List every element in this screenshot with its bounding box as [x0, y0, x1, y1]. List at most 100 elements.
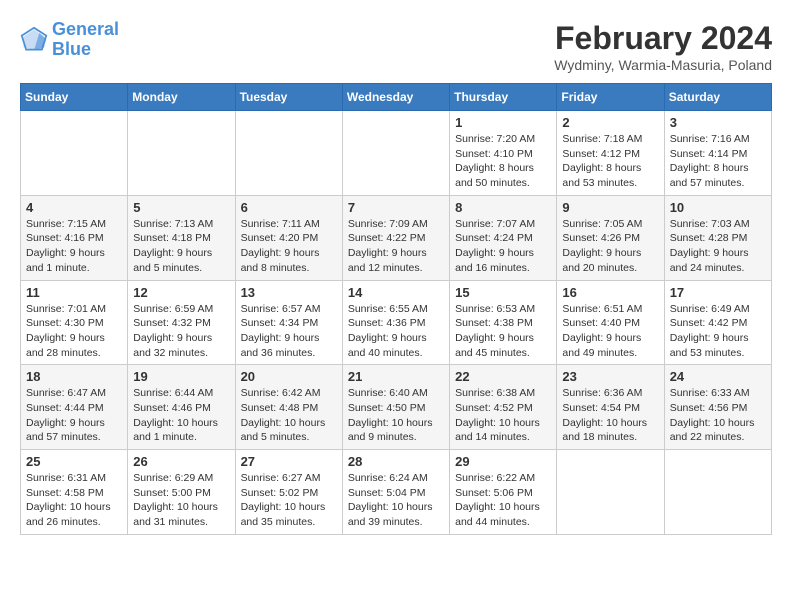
calendar-row: 4 Sunrise: 7:15 AM Sunset: 4:16 PM Daylig…	[21, 195, 772, 280]
calendar-cell: 29Sunrise: 6:22 AM Sunset: 5:06 PM Dayli…	[450, 450, 557, 535]
cell-info-text: Sunrise: 6:29 AM Sunset: 5:00 PM Dayligh…	[133, 471, 229, 530]
logo-text: General Blue	[52, 20, 119, 60]
cell-day-number: 3	[670, 115, 766, 130]
location: Wydminy, Warmia-Masuria, Poland	[554, 57, 772, 73]
calendar-cell: 11 Sunrise: 7:01 AM Sunset: 4:30 PM Dayli…	[21, 280, 128, 365]
cell-day-number: 22	[455, 369, 551, 384]
weekday-header: Friday	[557, 84, 664, 111]
cell-info-text: Sunrise: 7:07 AM Sunset: 4:24 PM Dayligh…	[455, 217, 551, 276]
calendar-cell	[235, 111, 342, 196]
cell-day-number: 12	[133, 285, 229, 300]
calendar-cell: 5Sunrise: 7:13 AM Sunset: 4:18 PM Daylig…	[128, 195, 235, 280]
cell-day-number: 13	[241, 285, 337, 300]
cell-info-text: Sunrise: 6:47 AM Sunset: 4:44 PM Dayligh…	[26, 386, 122, 445]
calendar-cell	[128, 111, 235, 196]
cell-day-number: 8	[455, 200, 551, 215]
cell-info-text: Sunrise: 6:40 AM Sunset: 4:50 PM Dayligh…	[348, 386, 444, 445]
calendar-cell	[342, 111, 449, 196]
cell-day-number: 14	[348, 285, 444, 300]
calendar-cell: 24 Sunrise: 6:33 AM Sunset: 4:56 PM Dayli…	[664, 365, 771, 450]
cell-day-number: 23	[562, 369, 658, 384]
calendar-cell: 2 Sunrise: 7:18 AM Sunset: 4:12 PM Daylig…	[557, 111, 664, 196]
calendar-cell	[664, 450, 771, 535]
page-header: General Blue February 2024 Wydminy, Warm…	[20, 20, 772, 73]
calendar-cell: 14Sunrise: 6:55 AM Sunset: 4:36 PM Dayli…	[342, 280, 449, 365]
calendar-cell: 15Sunrise: 6:53 AM Sunset: 4:38 PM Dayli…	[450, 280, 557, 365]
cell-info-text: Sunrise: 7:15 AM Sunset: 4:16 PM Dayligh…	[26, 217, 122, 276]
calendar-cell: 19Sunrise: 6:44 AM Sunset: 4:46 PM Dayli…	[128, 365, 235, 450]
cell-info-text: Sunrise: 7:16 AM Sunset: 4:14 PM Dayligh…	[670, 132, 766, 191]
cell-day-number: 10	[670, 200, 766, 215]
weekday-header-row: SundayMondayTuesdayWednesdayThursdayFrid…	[21, 84, 772, 111]
calendar-cell: 1 Sunrise: 7:20 AM Sunset: 4:10 PM Daylig…	[450, 111, 557, 196]
calendar-row: 25 Sunrise: 6:31 AM Sunset: 4:58 PM Dayli…	[21, 450, 772, 535]
calendar-row: 18Sunrise: 6:47 AM Sunset: 4:44 PM Dayli…	[21, 365, 772, 450]
cell-day-number: 7	[348, 200, 444, 215]
cell-day-number: 1	[455, 115, 551, 130]
calendar-cell: 21Sunrise: 6:40 AM Sunset: 4:50 PM Dayli…	[342, 365, 449, 450]
cell-day-number: 27	[241, 454, 337, 469]
cell-info-text: Sunrise: 6:31 AM Sunset: 4:58 PM Dayligh…	[26, 471, 122, 530]
calendar-table: SundayMondayTuesdayWednesdayThursdayFrid…	[20, 83, 772, 535]
cell-day-number: 5	[133, 200, 229, 215]
month-year: February 2024	[554, 20, 772, 57]
cell-day-number: 11	[26, 285, 122, 300]
weekday-header: Sunday	[21, 84, 128, 111]
calendar-cell	[21, 111, 128, 196]
cell-day-number: 2	[562, 115, 658, 130]
calendar-cell: 25 Sunrise: 6:31 AM Sunset: 4:58 PM Dayli…	[21, 450, 128, 535]
weekday-header: Saturday	[664, 84, 771, 111]
calendar-row: 1 Sunrise: 7:20 AM Sunset: 4:10 PM Daylig…	[21, 111, 772, 196]
logo: General Blue	[20, 20, 119, 60]
cell-day-number: 29	[455, 454, 551, 469]
cell-day-number: 26	[133, 454, 229, 469]
cell-info-text: Sunrise: 6:36 AM Sunset: 4:54 PM Dayligh…	[562, 386, 658, 445]
calendar-cell: 18Sunrise: 6:47 AM Sunset: 4:44 PM Dayli…	[21, 365, 128, 450]
calendar-cell: 4 Sunrise: 7:15 AM Sunset: 4:16 PM Daylig…	[21, 195, 128, 280]
cell-day-number: 4	[26, 200, 122, 215]
calendar-cell: 20Sunrise: 6:42 AM Sunset: 4:48 PM Dayli…	[235, 365, 342, 450]
calendar-cell: 7 Sunrise: 7:09 AM Sunset: 4:22 PM Daylig…	[342, 195, 449, 280]
title-section: February 2024 Wydminy, Warmia-Masuria, P…	[554, 20, 772, 73]
cell-info-text: Sunrise: 7:03 AM Sunset: 4:28 PM Dayligh…	[670, 217, 766, 276]
cell-day-number: 25	[26, 454, 122, 469]
weekday-header: Monday	[128, 84, 235, 111]
cell-info-text: Sunrise: 7:01 AM Sunset: 4:30 PM Dayligh…	[26, 302, 122, 361]
cell-info-text: Sunrise: 6:51 AM Sunset: 4:40 PM Dayligh…	[562, 302, 658, 361]
cell-day-number: 19	[133, 369, 229, 384]
logo-line1: General	[52, 19, 119, 39]
calendar-cell: 28 Sunrise: 6:24 AM Sunset: 5:04 PM Dayli…	[342, 450, 449, 535]
cell-info-text: Sunrise: 7:05 AM Sunset: 4:26 PM Dayligh…	[562, 217, 658, 276]
cell-info-text: Sunrise: 6:33 AM Sunset: 4:56 PM Dayligh…	[670, 386, 766, 445]
cell-day-number: 17	[670, 285, 766, 300]
cell-day-number: 16	[562, 285, 658, 300]
calendar-cell: 26 Sunrise: 6:29 AM Sunset: 5:00 PM Dayli…	[128, 450, 235, 535]
cell-info-text: Sunrise: 6:24 AM Sunset: 5:04 PM Dayligh…	[348, 471, 444, 530]
calendar-cell: 13 Sunrise: 6:57 AM Sunset: 4:34 PM Dayli…	[235, 280, 342, 365]
calendar-cell: 8 Sunrise: 7:07 AM Sunset: 4:24 PM Daylig…	[450, 195, 557, 280]
calendar-cell: 10 Sunrise: 7:03 AM Sunset: 4:28 PM Dayli…	[664, 195, 771, 280]
cell-day-number: 6	[241, 200, 337, 215]
cell-info-text: Sunrise: 6:49 AM Sunset: 4:42 PM Dayligh…	[670, 302, 766, 361]
cell-info-text: Sunrise: 6:57 AM Sunset: 4:34 PM Dayligh…	[241, 302, 337, 361]
logo-line2: Blue	[52, 39, 91, 59]
cell-day-number: 28	[348, 454, 444, 469]
cell-info-text: Sunrise: 7:09 AM Sunset: 4:22 PM Dayligh…	[348, 217, 444, 276]
cell-info-text: Sunrise: 6:59 AM Sunset: 4:32 PM Dayligh…	[133, 302, 229, 361]
logo-icon	[20, 26, 48, 54]
cell-day-number: 24	[670, 369, 766, 384]
calendar-cell: 16 Sunrise: 6:51 AM Sunset: 4:40 PM Dayli…	[557, 280, 664, 365]
calendar-cell: 17 Sunrise: 6:49 AM Sunset: 4:42 PM Dayli…	[664, 280, 771, 365]
calendar-cell: 22Sunrise: 6:38 AM Sunset: 4:52 PM Dayli…	[450, 365, 557, 450]
calendar-cell: 6Sunrise: 7:11 AM Sunset: 4:20 PM Daylig…	[235, 195, 342, 280]
calendar-cell: 9 Sunrise: 7:05 AM Sunset: 4:26 PM Daylig…	[557, 195, 664, 280]
cell-info-text: Sunrise: 6:27 AM Sunset: 5:02 PM Dayligh…	[241, 471, 337, 530]
cell-info-text: Sunrise: 7:18 AM Sunset: 4:12 PM Dayligh…	[562, 132, 658, 191]
calendar-cell: 3 Sunrise: 7:16 AM Sunset: 4:14 PM Daylig…	[664, 111, 771, 196]
cell-day-number: 9	[562, 200, 658, 215]
calendar-cell: 12 Sunrise: 6:59 AM Sunset: 4:32 PM Dayli…	[128, 280, 235, 365]
cell-info-text: Sunrise: 7:20 AM Sunset: 4:10 PM Dayligh…	[455, 132, 551, 191]
cell-day-number: 15	[455, 285, 551, 300]
cell-info-text: Sunrise: 6:42 AM Sunset: 4:48 PM Dayligh…	[241, 386, 337, 445]
weekday-header: Thursday	[450, 84, 557, 111]
